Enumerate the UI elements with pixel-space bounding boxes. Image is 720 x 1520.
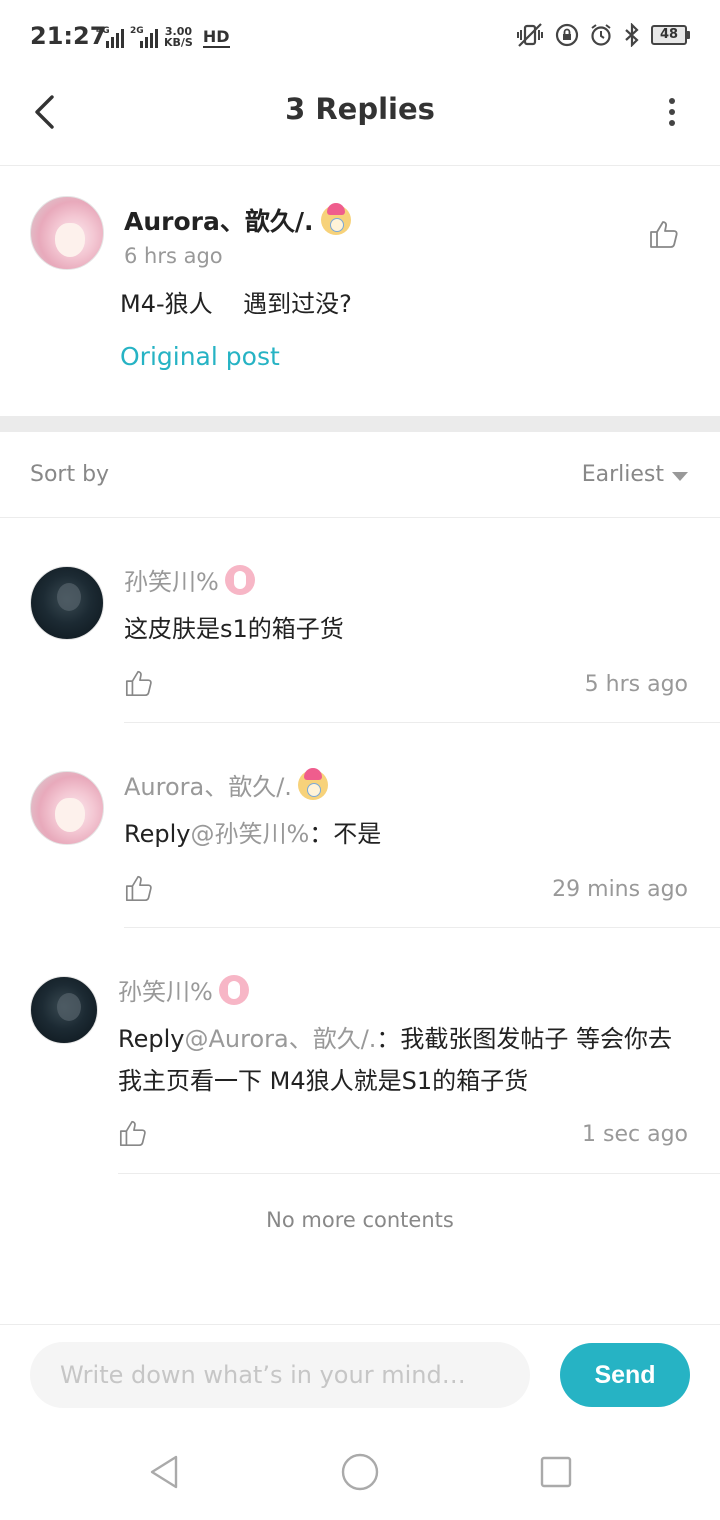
reply-text: Reply@孙笑川%：不是 [124, 813, 704, 855]
reply-text: 这皮肤是s1的箱子货 [124, 615, 344, 643]
network-speed: 3.00 KB/S [164, 26, 193, 48]
thumbs-up-icon [650, 221, 678, 248]
author-name-text: 孙笑川% [118, 978, 213, 1006]
end-of-list-note: No more contents [266, 1208, 454, 1232]
nav-recents-button[interactable] [536, 1452, 576, 1492]
timestamp: 1 sec ago [582, 1122, 688, 1147]
more-options-button[interactable] [662, 94, 682, 130]
author-name[interactable]: 孙笑川% [124, 562, 255, 597]
status-time: 21:27 [30, 22, 107, 50]
reply-text: Reply@Aurora、歆久/.：我截张图发帖子 等会你去我主页看一下 M4狼… [118, 1018, 690, 1102]
battery-icon: 48 [651, 25, 690, 45]
sort-label: Sort by [30, 462, 110, 487]
reply-prefix: Reply [124, 820, 191, 848]
bluetooth-icon [625, 23, 639, 47]
reply-mention[interactable]: @孙笑川% [190, 820, 309, 848]
timestamp: 6 hrs ago [124, 244, 223, 268]
caret-down-icon [672, 471, 688, 481]
section-divider [0, 416, 720, 432]
like-button[interactable] [124, 873, 154, 903]
sort-bar: Sort by Earliest [0, 432, 720, 518]
triangle-back-icon [150, 1455, 178, 1489]
avatar[interactable] [30, 196, 104, 270]
signal-icon: 4G [96, 26, 124, 48]
hd-icon: HD [202, 27, 230, 48]
nav-home-button[interactable] [340, 1452, 380, 1492]
avatar[interactable] [30, 771, 104, 845]
reply-body: ：不是 [309, 820, 382, 848]
reply-input[interactable] [30, 1342, 530, 1408]
sort-dropdown[interactable]: Earliest [582, 462, 688, 487]
thumbs-up-icon [125, 670, 152, 697]
reply-item: 孙笑川% 这皮肤是s1的箱子货 5 hrs ago [0, 518, 720, 723]
timestamp: 5 hrs ago [584, 672, 688, 697]
user-badge-icon [218, 974, 249, 1005]
user-badge-icon [224, 564, 255, 595]
avatar[interactable] [30, 566, 104, 640]
like-button[interactable] [118, 1118, 148, 1148]
network-indicators: 4G 2G 3.00 KB/S HD [96, 24, 230, 48]
more-vertical-icon [669, 98, 675, 104]
avatar[interactable] [30, 976, 98, 1044]
user-badge-icon [321, 203, 352, 235]
author-name[interactable]: Aurora、歆久/. [124, 202, 352, 238]
circle-home-icon [341, 1453, 379, 1491]
nav-back-button[interactable] [144, 1452, 184, 1492]
divider [118, 1173, 720, 1174]
send-button[interactable]: Send [560, 1343, 690, 1407]
speed-unit: KB/S [164, 36, 193, 49]
signal-icon: 2G [130, 26, 158, 48]
author-name[interactable]: Aurora、歆久/. [124, 767, 328, 802]
system-icons: 48 [515, 22, 690, 48]
like-button[interactable] [648, 218, 680, 250]
author-name-text: Aurora、歆久/. [124, 207, 314, 236]
author-name-text: 孙笑川% [124, 568, 219, 596]
rotation-lock-icon [555, 23, 579, 47]
original-post-link[interactable]: Original post [120, 342, 280, 371]
author-name-text: Aurora、歆久/. [124, 773, 292, 801]
reply-item: 孙笑川% Reply@Aurora、歆久/.：我截张图发帖子 等会你去我主页看一… [0, 928, 720, 1174]
user-badge-icon [297, 767, 328, 800]
page-title: 3 Replies [285, 92, 435, 126]
original-comment: Aurora、歆久/. 6 hrs ago M4-狼人 遇到过没? Origin… [0, 166, 720, 416]
reply-item: Aurora、歆久/. Reply@孙笑川%：不是 29 mins ago [0, 723, 720, 928]
author-name[interactable]: 孙笑川% [118, 972, 249, 1007]
sort-selected: Earliest [581, 462, 664, 487]
system-navigation-bar [0, 1426, 720, 1520]
battery-level: 48 [651, 25, 687, 45]
vibrate-mute-icon [517, 23, 543, 47]
comment-text: M4-狼人 遇到过没? [120, 290, 352, 318]
square-recent-icon [540, 1456, 572, 1488]
reply-prefix: Reply [118, 1025, 185, 1053]
reply-mention[interactable]: @Aurora、歆久/. [184, 1025, 376, 1053]
timestamp: 29 mins ago [552, 877, 688, 902]
alarm-icon [591, 24, 611, 46]
thumbs-up-icon [125, 875, 152, 902]
thumbs-up-icon [119, 1120, 146, 1147]
status-bar: 21:27 4G 2G 3.00 KB/S HD 48 [0, 0, 720, 72]
like-button[interactable] [124, 668, 154, 698]
reply-composer: Send [0, 1324, 720, 1426]
top-app-bar: 3 Replies [0, 72, 720, 166]
